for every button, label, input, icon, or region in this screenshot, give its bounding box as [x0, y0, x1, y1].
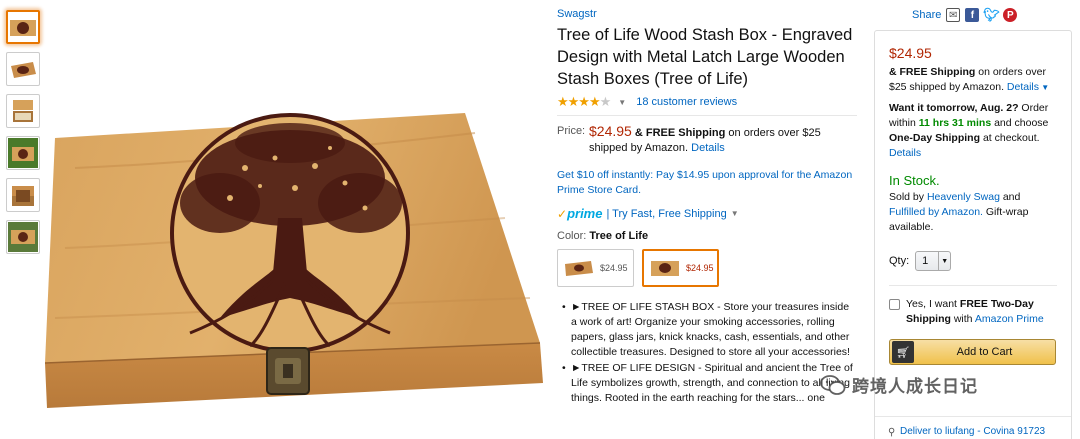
buybox-details-chevron-icon[interactable]: ▼ [1039, 83, 1049, 92]
cart-icon: 🛒︎ [892, 341, 914, 363]
seller-info: Sold by Heavenly Swag and Fulfilled by A… [889, 190, 1057, 235]
chevron-down-icon: ▼ [938, 252, 950, 270]
prime-try-link[interactable]: | Try Fast, Free Shipping [606, 208, 726, 220]
divider [875, 416, 1071, 417]
color-selector-label: Color: Tree of Life [557, 230, 857, 242]
feature-bullet: ►TREE OF LIFE STASH BOX - Store your tre… [562, 300, 857, 360]
thumbnail-5[interactable] [6, 178, 40, 212]
brand-link[interactable]: Swagstr [557, 8, 857, 20]
countdown-timer: 11 hrs 31 mins [918, 117, 992, 129]
prime-check-icon: ✓ [557, 206, 568, 221]
color-value: Tree of Life [589, 230, 649, 242]
product-title: Tree of Life Wood Stash Box - Engraved D… [557, 26, 853, 88]
swatch-image-1 [565, 261, 593, 276]
two-day-shipping-option: Yes, I want FREE Two-Day Shipping with A… [889, 297, 1057, 327]
color-label: Color: [557, 230, 587, 242]
prime-card-promo-link[interactable]: Get $10 off instantly: Pay $14.95 upon a… [557, 168, 857, 198]
buybox-details-link[interactable]: Details [1007, 81, 1039, 93]
qty-label: Qty: [889, 255, 910, 267]
swatch-price-1: $24.95 [600, 263, 628, 273]
divider [557, 115, 857, 116]
buybox-shipping: & FREE Shipping on orders over $25 shipp… [889, 65, 1057, 95]
share-label: Share [912, 9, 942, 21]
one-day-shipping-text: One-Day Shipping [889, 132, 981, 144]
price-block: Price: $24.95 & FREE Shipping on orders … [557, 124, 857, 156]
price-label: Price: [557, 125, 586, 137]
add-to-cart-label: Add to Cart [956, 346, 1013, 358]
product-info: Swagstr Tree of Life Wood Stash Box - En… [557, 8, 857, 407]
divider [889, 285, 1057, 286]
thumbnail-6[interactable] [6, 220, 40, 254]
rating-chevron-down-icon[interactable]: ▼ [618, 98, 626, 107]
and-text: and [1002, 191, 1021, 203]
feature-bullet: ►TREE OF LIFE DESIGN - Spiritual and anc… [562, 361, 857, 406]
two-day-with: with [953, 313, 973, 325]
watermark: 跨境人成长日记 [820, 372, 978, 397]
two-day-prefix: Yes, I want [906, 298, 957, 310]
two-day-shipping-checkbox[interactable] [889, 299, 900, 310]
buybox-free-shipping: & FREE Shipping [889, 66, 976, 78]
thumbnail-strip [6, 10, 40, 262]
free-shipping-text: & FREE Shipping [634, 127, 726, 139]
share-row: Share ✉ f 🐦︎ P [912, 7, 1018, 22]
delivery-details-link[interactable]: Details [889, 146, 1057, 161]
fulfilled-by-amazon-link[interactable]: Fulfilled by Amazon. [889, 206, 983, 218]
color-swatches: $24.95 $24.95 [557, 249, 857, 287]
watermark-text: 跨境人成长日记 [852, 377, 978, 396]
stock-status: In Stock. [889, 173, 940, 188]
wechat-icon [820, 374, 846, 395]
rating-row: ★★★★★ ▼ 18 customer reviews [557, 94, 857, 110]
star-rating-icon[interactable]: ★★★★★ [557, 94, 611, 110]
price-value: $24.95 [589, 123, 632, 139]
quantity-row: Qty: 1 ▼ [889, 251, 1057, 271]
facebook-icon[interactable]: f [965, 8, 980, 22]
thumbnail-4[interactable] [6, 136, 40, 170]
deliver-to-link[interactable]: ⚲ Deliver to liufang - Covina 91723 [888, 426, 1046, 438]
amazon-prime-link[interactable]: Amazon Prime [975, 313, 1044, 325]
thumbnail-3[interactable] [6, 94, 40, 128]
sold-by-text: Sold by [889, 191, 925, 203]
feature-bullets: ►TREE OF LIFE STASH BOX - Store your tre… [557, 300, 857, 406]
delivery-estimate: Want it tomorrow, Aug. 2? Order within 1… [889, 101, 1057, 161]
twitter-icon[interactable]: 🐦︎ [983, 7, 1000, 22]
location-pin-icon: ⚲ [888, 426, 896, 438]
prime-chevron-down-icon[interactable]: ▼ [731, 209, 739, 218]
prime-row: ✓ prime | Try Fast, Free Shipping ▼ [557, 206, 857, 221]
two-day-shipping-label[interactable]: Yes, I want FREE Two-Day Shipping with A… [906, 297, 1057, 327]
at-checkout-text: at checkout. [982, 132, 1040, 144]
prime-logo: prime [567, 206, 603, 221]
swatch-image-2 [651, 261, 679, 276]
customer-reviews-link[interactable]: 18 customer reviews [636, 96, 737, 108]
color-swatch-2[interactable]: $24.95 [642, 249, 719, 287]
thumbnail-2[interactable] [6, 52, 40, 86]
buybox-price: $24.95 [889, 45, 932, 61]
swatch-price-2: $24.95 [686, 263, 714, 273]
pinterest-icon[interactable]: P [1003, 8, 1018, 22]
email-icon[interactable]: ✉ [946, 8, 961, 22]
quantity-select[interactable]: 1 ▼ [915, 251, 952, 271]
add-to-cart-button[interactable]: 🛒︎ Add to Cart [889, 339, 1056, 365]
deliver-to-text: Deliver to liufang - Covina 91723 [900, 426, 1046, 437]
shipping-details-link[interactable]: Details [691, 142, 725, 154]
thumbnail-1[interactable] [6, 10, 40, 44]
qty-value: 1 [922, 255, 929, 267]
price-text: $24.95 & FREE Shipping on orders over $2… [589, 124, 857, 156]
seller-link[interactable]: Heavenly Swag [927, 191, 1000, 203]
and-choose-text: and choose [994, 117, 1049, 129]
color-swatch-1[interactable]: $24.95 [557, 249, 634, 287]
want-it-text: Want it tomorrow, Aug. 2? [889, 102, 1019, 114]
main-product-image[interactable] [44, 108, 545, 408]
